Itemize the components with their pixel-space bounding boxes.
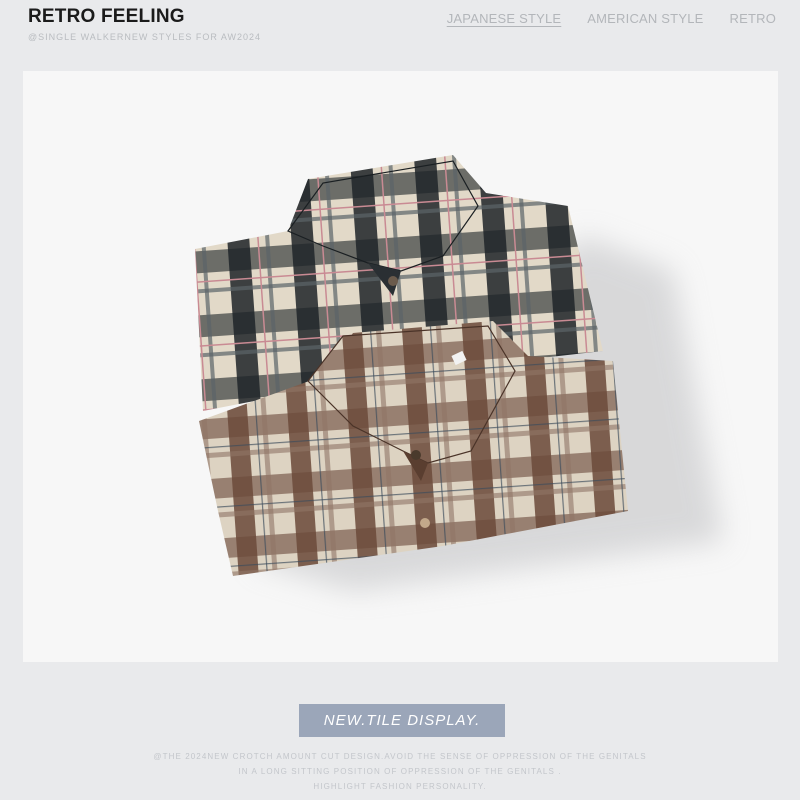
button-icon [388, 276, 398, 286]
brand-subtitle: @SINGLE WALKERNEW STYLES FOR AW2024 [28, 32, 262, 42]
description-line: IN A LONG SITTING POSITION OF OPPRESSION… [238, 767, 562, 776]
folded-shirts-illustration [195, 155, 723, 591]
description-line: @THE 2024NEW CROTCH AMOUNT CUT DESIGN.AV… [153, 752, 647, 761]
hero-product-image [23, 71, 778, 662]
description-line: HIGHLIGHT FASHION PERSONALITY. [313, 782, 487, 791]
button-icon [420, 518, 430, 528]
product-description: @THE 2024NEW CROTCH AMOUNT CUT DESIGN.AV… [0, 749, 800, 794]
nav-item-retro[interactable]: RETRO [730, 11, 777, 26]
top-nav: JAPANESE STYLE AMERICAN STYLE RETRO [447, 11, 776, 26]
nav-item-japanese-style[interactable]: JAPANESE STYLE [447, 11, 562, 26]
brand-title: RETRO FEELING [28, 6, 185, 27]
new-tile-display-button[interactable]: NEW.TILE DISPLAY. [299, 704, 505, 737]
nav-item-american-style[interactable]: AMERICAN STYLE [587, 11, 703, 26]
button-icon [411, 450, 421, 460]
